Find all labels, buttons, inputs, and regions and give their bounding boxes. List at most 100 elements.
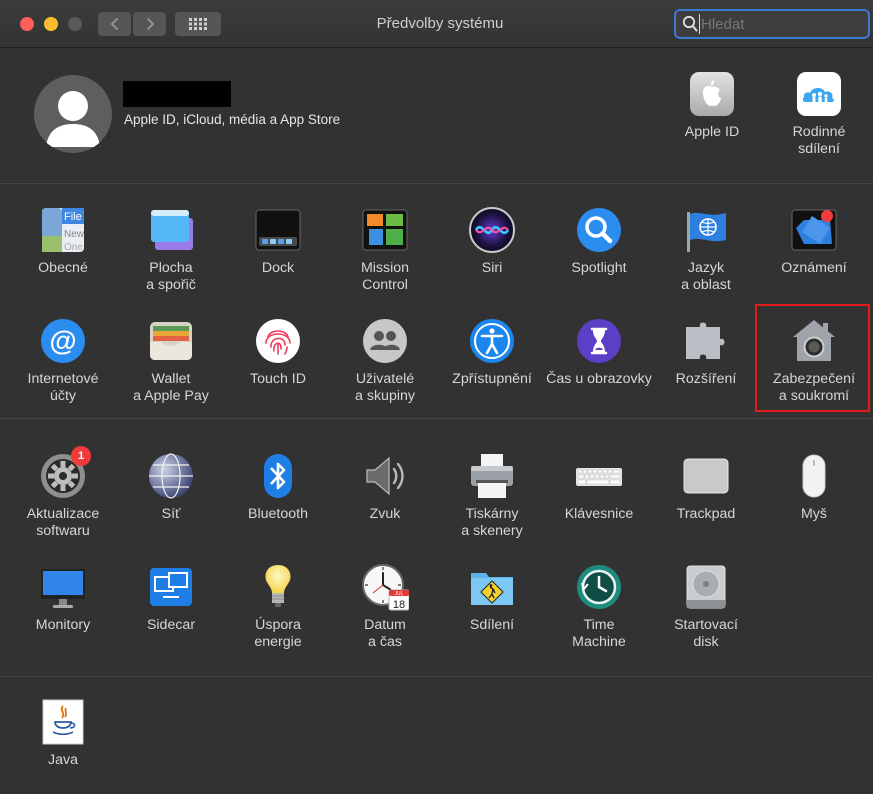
grid-icon [189, 18, 207, 30]
users-groups-icon [361, 317, 409, 365]
search-icon [682, 15, 698, 32]
pref-label: Dock [261, 260, 295, 276]
sound-icon [361, 452, 409, 500]
pref-java[interactable]: Java [9, 698, 117, 769]
trackpad-icon [682, 452, 730, 500]
avatar[interactable] [34, 75, 112, 153]
pref-label: Siri [481, 260, 503, 276]
apple-id-icon [688, 70, 736, 118]
screen-time-icon [575, 317, 623, 365]
pref-trackpad[interactable]: Trackpad [652, 452, 760, 523]
energy-saver-icon [254, 563, 302, 611]
pref-network[interactable]: Síť [117, 452, 225, 523]
pref-apple-id[interactable]: Apple ID [658, 70, 766, 141]
keyboard-icon [575, 452, 623, 500]
notifications-icon [790, 206, 838, 254]
family-sharing-icon [795, 70, 843, 118]
pref-extensions[interactable]: Rozšíření [652, 317, 760, 388]
siri-icon [468, 206, 516, 254]
pref-energy-saver[interactable]: Úspora energie [224, 563, 332, 651]
forward-button[interactable] [133, 12, 166, 36]
pref-siri[interactable]: Siri [438, 206, 546, 277]
pref-wallet[interactable]: Wallet a Apple Pay [117, 317, 225, 405]
java-icon [39, 698, 87, 746]
date-time-icon: JUL 18 [361, 563, 410, 611]
pref-screen-time[interactable]: Čas u obrazovky [545, 317, 653, 388]
minimize-button[interactable] [44, 17, 58, 31]
search-field[interactable] [674, 9, 870, 39]
pref-notifications[interactable]: Oznámení [760, 206, 868, 277]
pref-label: Obecné [38, 260, 88, 276]
pref-internet-accounts[interactable]: @ Internetové účty [9, 317, 117, 405]
pref-users-groups[interactable]: Uživatelé a skupiny [331, 317, 439, 405]
search-input[interactable] [699, 14, 859, 34]
mouse-icon [790, 452, 838, 500]
pref-label: Klávesnice [564, 506, 634, 522]
pref-accessibility[interactable]: Zpřístupnění [438, 317, 546, 388]
user-silhouette-icon [46, 91, 100, 147]
dock-icon [254, 206, 302, 254]
pref-startup-disk[interactable]: Startovací disk [652, 563, 760, 651]
extensions-icon [682, 317, 730, 365]
touch-id-icon [254, 317, 302, 365]
window-title: Předvolby systému [376, 15, 504, 32]
pref-label: Time Machine [572, 617, 626, 650]
pref-label: Sidecar [146, 617, 196, 633]
pref-label: Jazyk a oblast [681, 260, 731, 293]
pref-mouse[interactable]: Myš [760, 452, 868, 523]
pref-general[interactable]: File New One Obecné [9, 206, 117, 277]
section-divider [0, 676, 873, 677]
pref-bluetooth[interactable]: Bluetooth [224, 452, 332, 523]
pref-label: Rodinné sdílení [792, 124, 846, 157]
pref-keyboard[interactable]: Klávesnice [545, 452, 653, 523]
pref-label: Úspora energie [254, 617, 302, 650]
svg-text:File: File [64, 211, 82, 223]
title-bar: Předvolby systému [0, 0, 873, 48]
pref-printers[interactable]: Tiskárny a skenery [438, 452, 546, 540]
wallet-icon [147, 317, 195, 365]
show-all-button[interactable] [175, 12, 221, 36]
pref-label: Aktualizace softwaru [26, 506, 100, 539]
zoom-button[interactable] [68, 17, 82, 31]
pref-dock[interactable]: Dock [224, 206, 332, 277]
pref-label: Uživatelé a skupiny [355, 371, 415, 404]
pref-label: Wallet a Apple Pay [133, 371, 209, 404]
pref-time-machine[interactable]: Time Machine [545, 563, 653, 651]
navigation-group [98, 12, 166, 36]
pref-label: Touch ID [250, 371, 306, 387]
pref-software-update[interactable]: 1 Aktualizace softwaru [9, 446, 117, 540]
sidecar-icon [147, 563, 195, 611]
accessibility-icon [468, 317, 516, 365]
pref-label: Zpřístupnění [452, 371, 532, 387]
pref-label: Rozšíření [675, 371, 737, 387]
printer-icon [468, 452, 516, 500]
pref-label: Java [48, 752, 78, 768]
back-button[interactable] [98, 12, 131, 36]
pref-family-sharing[interactable]: Rodinné sdílení [765, 70, 873, 158]
pref-sharing[interactable]: Sdílení [438, 563, 546, 634]
svg-text:One: One [64, 242, 83, 253]
pref-label: Sdílení [469, 617, 515, 633]
pref-displays[interactable]: Monitory [9, 563, 117, 634]
displays-icon [39, 563, 87, 611]
pref-desktop-screensaver[interactable]: Plocha a spořič [117, 206, 225, 294]
pref-date-time[interactable]: JUL 18 Datum a čas [331, 563, 439, 651]
pref-label: Zvuk [369, 506, 401, 522]
network-icon [147, 452, 195, 500]
pref-label: Myš [800, 506, 827, 522]
pref-sound[interactable]: Zvuk [331, 452, 439, 523]
pref-label: Trackpad [676, 506, 736, 522]
close-button[interactable] [20, 17, 34, 31]
svg-text:New: New [64, 229, 85, 240]
pref-sidecar[interactable]: Sidecar [117, 563, 225, 634]
pref-label: Síť [161, 506, 181, 522]
pref-touch-id[interactable]: Touch ID [224, 317, 332, 388]
software-update-icon: 1 [39, 446, 91, 500]
pref-label: Internetové účty [27, 371, 99, 404]
pref-spotlight[interactable]: Spotlight [545, 206, 653, 277]
pref-language-region[interactable]: Jazyk a oblast [652, 206, 760, 294]
pref-label: Apple ID [684, 124, 740, 140]
sharing-icon [468, 563, 516, 611]
pref-mission-control[interactable]: Mission Control [331, 206, 439, 294]
startup-disk-icon [682, 563, 730, 611]
